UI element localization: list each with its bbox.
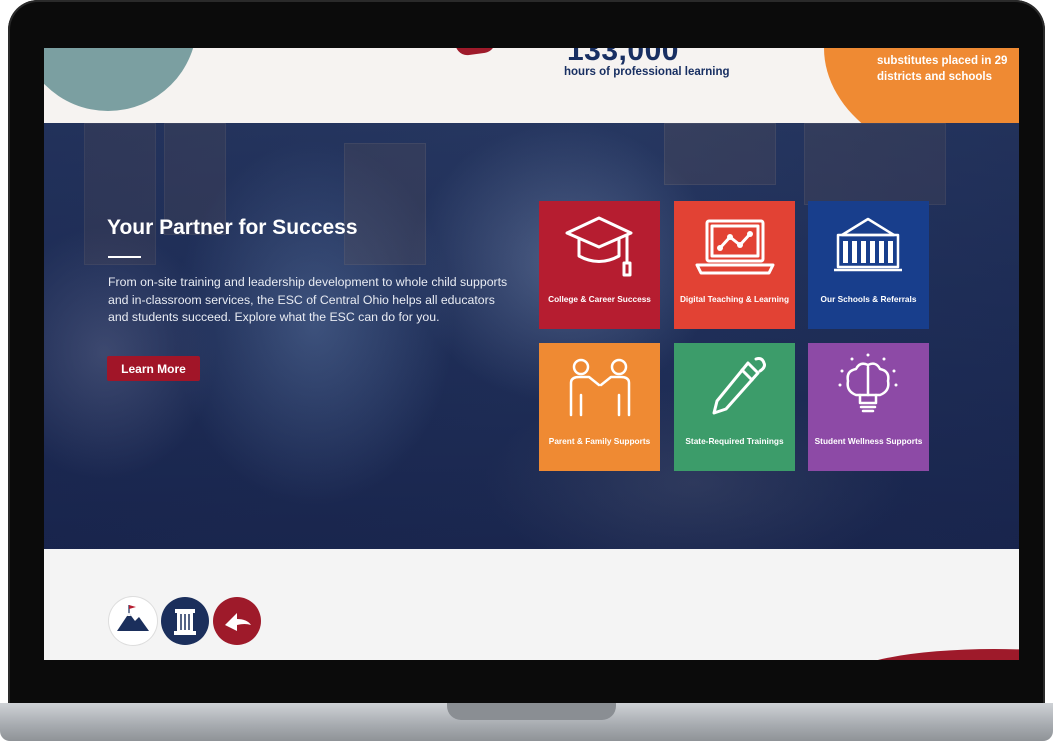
tile-parent-family[interactable]: Parent & Family Supports [539,343,660,471]
tile-our-schools[interactable]: Our Schools & Referrals [808,201,929,329]
parent-family-icon [569,358,631,417]
hero-overlay [44,123,1019,549]
tile-label: State-Required Trainings [685,436,784,446]
arrow-icon [213,597,261,645]
decorative-red-curve [844,649,1019,660]
hero-description: From on-site training and leadership dev… [108,275,508,324]
tile-label: Our Schools & Referrals [820,294,917,304]
laptop-chart-icon [695,219,775,275]
brain-bulb-icon [838,353,898,413]
decorative-red-shape [455,48,497,57]
pen-icon [712,357,766,415]
tile-student-wellness[interactable]: Student Wellness Supports [808,343,929,471]
tile-label: Parent & Family Supports [548,436,651,446]
learn-more-button[interactable]: Learn More [107,356,200,381]
laptop-notch [447,703,616,720]
website-screen: 133,000 hours of professional learning s… [44,48,1019,660]
column-icon [161,597,209,645]
hero-title: Your Partner for Success [107,216,358,239]
school-building-icon [834,217,902,272]
lower-section [44,549,1019,660]
stat-professional-learning-number: 133,000 [567,48,679,67]
tile-label: Student Wellness Supports [814,436,923,446]
hero-divider [108,256,141,258]
tile-label: Digital Teaching & Learning [679,294,790,304]
stat-professional-learning-caption: hours of professional learning [564,66,730,78]
tile-digital-teaching[interactable]: Digital Teaching & Learning [674,201,795,329]
decorative-teal-shape [44,48,197,111]
stats-band: 133,000 hours of professional learning s… [44,48,1019,123]
stat-substitutes-text: substitutes placed in 29 districts and s… [877,55,1008,83]
tile-label: College & Career Success [548,294,651,304]
mountain-flag-icon [109,597,157,645]
graduation-cap-icon [565,216,633,277]
tile-state-required[interactable]: State-Required Trainings [674,343,795,471]
hero-section: Your Partner for Success From on-site tr… [44,123,1019,549]
tile-college-career[interactable]: College & Career Success [539,201,660,329]
